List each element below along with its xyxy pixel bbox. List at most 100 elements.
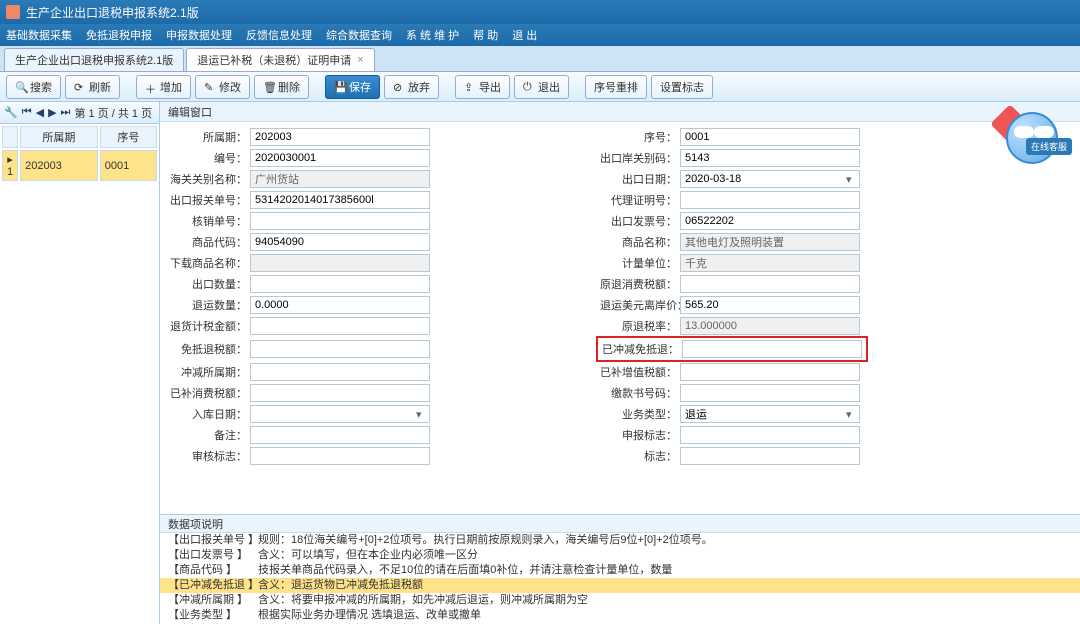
field-退货计税金额[interactable]: [250, 317, 430, 335]
field-免抵退税额[interactable]: [250, 340, 430, 358]
delete-button[interactable]: 🗑删除: [254, 75, 309, 99]
first-page-icon[interactable]: ⏮: [22, 106, 32, 119]
field-所属期[interactable]: [250, 128, 430, 146]
field-label: 缴款书号码：: [600, 385, 680, 401]
last-page-icon[interactable]: ⏭: [61, 106, 71, 119]
col-seq: 序号: [100, 126, 157, 148]
field-商品代码[interactable]: [250, 233, 430, 251]
app-title: 生产企业出口退税申报系统2.1版: [26, 4, 199, 21]
field-退运数量[interactable]: [250, 296, 430, 314]
field-label: 代理证明号：: [600, 192, 680, 208]
tab-label: 生产企业出口退税申报系统2.1版: [15, 52, 173, 68]
search-button[interactable]: 🔍搜索: [6, 75, 61, 99]
help-value: 含义：可以填写，但在本企业内必须唯一区分: [258, 548, 1072, 563]
help-key: 【出口报关单号 】: [168, 533, 258, 548]
help-value: 含义：将要申报冲减的所属期，如先冲减后退运，则冲减所属期为空: [258, 593, 1072, 608]
field-退运美元离岸价[interactable]: [680, 296, 860, 314]
next-page-icon[interactable]: ▶: [48, 106, 56, 119]
field-label: 出口报关单号：: [170, 192, 250, 208]
field-label: 原退消费税额：: [600, 276, 680, 292]
field-label: 出口发票号：: [600, 213, 680, 229]
menu-item[interactable]: 申报数据处理: [166, 27, 232, 43]
field-标志[interactable]: [680, 447, 860, 465]
field-label: 入库日期：: [170, 406, 250, 422]
close-icon[interactable]: ×: [357, 54, 363, 66]
field-label: 业务类型：: [600, 406, 680, 422]
field-出口岸关别码[interactable]: [680, 149, 860, 167]
field-代理证明号[interactable]: [680, 191, 860, 209]
field-原退消费税额[interactable]: [680, 275, 860, 293]
table-row[interactable]: ▸ 1 202003 0001: [2, 150, 157, 181]
field-已补消费税额[interactable]: [250, 384, 430, 402]
field-label: 海关关别名称：: [170, 171, 250, 187]
help-value: 根据实际业务办理情况 选填退运、改单或撤单: [258, 608, 1072, 623]
undo-icon: ⊘: [393, 81, 405, 93]
menu-item[interactable]: 系 统 维 护: [406, 27, 459, 43]
field-编号[interactable]: [250, 149, 430, 167]
help-row: 【出口报关单号 】规则：18位海关编号+[0]+2位项号。执行日期前按原规则录入…: [160, 533, 1080, 548]
left-panel: 🔧 ⏮ ◀ ▶ ⏭ 第 1 页 / 共 1 页 所属期 序号 ▸ 1 20200…: [0, 102, 160, 624]
field-label: 已补消费税额：: [170, 385, 250, 401]
field-备注[interactable]: [250, 426, 430, 444]
help-key: 【冲减所属期 】: [168, 593, 258, 608]
chevron-down-icon[interactable]: ▾: [416, 408, 422, 421]
tab-home[interactable]: 生产企业出口退税申报系统2.1版: [4, 48, 184, 71]
menu-bar: 基础数据采集 免抵退税申报 申报数据处理 反馈信息处理 综合数据查询 系 统 维…: [0, 24, 1080, 46]
field-label: 商品名称：: [600, 234, 680, 250]
field-label: 出口日期：: [600, 171, 680, 187]
field-出口报关单号[interactable]: [250, 191, 430, 209]
field-label: 退货计税金额：: [170, 318, 250, 334]
field-label: 下载商品名称：: [170, 255, 250, 271]
field-商品名称[interactable]: [680, 233, 860, 251]
field-label: 免抵退税额：: [170, 341, 250, 357]
field-label: 冲减所属期：: [170, 364, 250, 380]
field-冲减所属期[interactable]: [250, 363, 430, 381]
chevron-down-icon[interactable]: ▾: [846, 173, 852, 186]
prev-page-icon[interactable]: ◀: [36, 106, 44, 119]
tab-current[interactable]: 退运已补税（未退税）证明申请 ×: [186, 48, 374, 71]
exit-button[interactable]: ⏻退出: [514, 75, 569, 99]
field-出口发票号[interactable]: [680, 212, 860, 230]
field-申报标志[interactable]: [680, 426, 860, 444]
field-label: 所属期：: [170, 129, 250, 145]
field-缴款书号码[interactable]: [680, 384, 860, 402]
help-row: 【出口发票号 】含义：可以填写，但在本企业内必须唯一区分: [160, 548, 1080, 563]
reorder-button[interactable]: 序号重排: [585, 75, 647, 99]
field-label: 商品代码：: [170, 234, 250, 250]
field-已补增值税额[interactable]: [680, 363, 860, 381]
field-已冲减免抵退[interactable]: [682, 340, 862, 358]
menu-item[interactable]: 免抵退税申报: [86, 27, 152, 43]
field-业务类型[interactable]: [680, 405, 860, 423]
chevron-down-icon[interactable]: ▾: [846, 408, 852, 421]
field-计量单位[interactable]: [680, 254, 860, 272]
undo-button[interactable]: ⊘放弃: [384, 75, 439, 99]
add-button[interactable]: ＋增加: [136, 75, 191, 99]
field-原退税率[interactable]: [680, 317, 860, 335]
menu-item[interactable]: 反馈信息处理: [246, 27, 312, 43]
field-label: 已补增值税额：: [600, 364, 680, 380]
field-审核标志[interactable]: [250, 447, 430, 465]
menu-item[interactable]: 综合数据查询: [326, 27, 392, 43]
field-出口日期[interactable]: [680, 170, 860, 188]
field-入库日期[interactable]: [250, 405, 430, 423]
help-key: 【业务类型 】: [168, 608, 258, 623]
menu-item[interactable]: 退 出: [512, 27, 537, 43]
help-row: 【已冲减免抵退 】含义：退运货物已冲减免抵退税额: [160, 578, 1080, 593]
field-label: 备注：: [170, 427, 250, 443]
menu-item[interactable]: 帮 助: [473, 27, 498, 43]
menu-item[interactable]: 基础数据采集: [6, 27, 72, 43]
field-label: 申报标志：: [600, 427, 680, 443]
field-出口数量[interactable]: [250, 275, 430, 293]
modify-button[interactable]: ✎修改: [195, 75, 250, 99]
refresh-button[interactable]: ⟳刷新: [65, 75, 120, 99]
setflag-button[interactable]: 设置标志: [651, 75, 713, 99]
field-序号[interactable]: [680, 128, 860, 146]
save-button[interactable]: 💾保存: [325, 75, 380, 99]
field-海关关别名称[interactable]: [250, 170, 430, 188]
editor-title: 编辑窗口: [160, 102, 1080, 122]
export-button[interactable]: ⇪导出: [455, 75, 510, 99]
wrench-icon[interactable]: 🔧: [4, 106, 18, 119]
tab-strip: 生产企业出口退税申报系统2.1版 退运已补税（未退税）证明申请 ×: [0, 46, 1080, 72]
field-核销单号[interactable]: [250, 212, 430, 230]
field-下载商品名称[interactable]: [250, 254, 430, 272]
